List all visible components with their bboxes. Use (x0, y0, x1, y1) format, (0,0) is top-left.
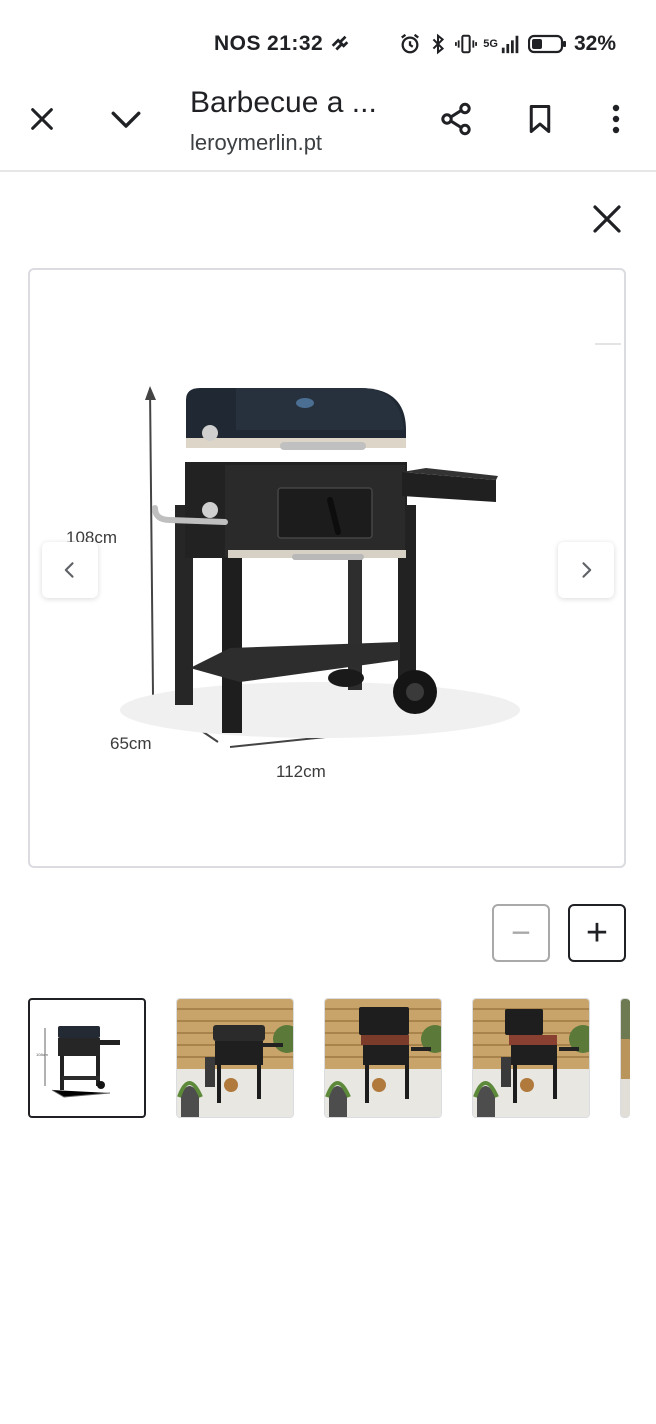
status-right: 5G 32% (399, 32, 616, 56)
barbecue-dimension-drawing (120, 343, 621, 748)
vibrate-icon (455, 34, 478, 54)
thumbnail-5[interactable] (620, 998, 630, 1118)
svg-text:108cm: 108cm (36, 1052, 49, 1057)
share-button[interactable] (432, 95, 480, 143)
chevron-down-icon (111, 111, 141, 128)
battery-icon (527, 34, 566, 54)
thumbnail-image (177, 999, 293, 1117)
viewer-close-button[interactable] (584, 196, 630, 242)
thumbnail-2[interactable] (176, 998, 294, 1118)
thumbnail-1[interactable]: 108cm (28, 998, 146, 1118)
bluetooth-icon (432, 33, 445, 55)
carrier-label: NOS (214, 32, 262, 55)
zoom-in-button[interactable]: + (568, 904, 626, 962)
next-image-button[interactable] (558, 542, 614, 598)
thumbnail-image (325, 999, 441, 1117)
width-dimension-label: 112cm (276, 762, 326, 781)
close-button[interactable] (18, 95, 66, 143)
thumbnail-4[interactable] (472, 998, 590, 1118)
bookmark-icon (529, 105, 551, 133)
signal-icon (501, 35, 519, 54)
previous-image-button[interactable] (42, 542, 98, 598)
depth-dimension-label: 65cm (110, 734, 152, 753)
thumbnail-image (473, 999, 589, 1117)
close-icon (31, 108, 53, 130)
main-product-image[interactable]: 108cm 65cm 112cm (28, 268, 626, 868)
status-left: NOS 21:32 (214, 32, 351, 56)
share-icon (441, 102, 471, 136)
status-bar: NOS 21:32 5G 32% (0, 0, 656, 80)
browser-toolbar: Barbecue a ... leroymerlin.pt (0, 80, 656, 172)
more-options-button[interactable] (592, 95, 640, 143)
network-type: 5G (483, 38, 498, 50)
zoom-out-button[interactable]: − (492, 904, 550, 962)
more-vert-icon (612, 104, 620, 134)
page-url: leroymerlin.pt (190, 130, 323, 155)
chevron-right-icon (582, 562, 592, 578)
chevron-left-icon (64, 562, 74, 578)
close-icon (593, 205, 621, 233)
thumbnail-image (621, 999, 630, 1117)
plus-icon: + (585, 912, 609, 954)
battery-percent: 32% (573, 32, 616, 55)
alarm-icon (401, 33, 420, 54)
data-saver-icon (331, 35, 349, 51)
bookmark-button[interactable] (516, 95, 564, 143)
clock: 21:32 (267, 32, 324, 55)
minimize-button[interactable] (102, 95, 150, 143)
page-title: Barbecue a ... (190, 86, 377, 119)
minus-icon: − (511, 914, 531, 952)
thumbnail-image: 108cm (36, 1026, 120, 1098)
thumbnail-3[interactable] (324, 998, 442, 1118)
